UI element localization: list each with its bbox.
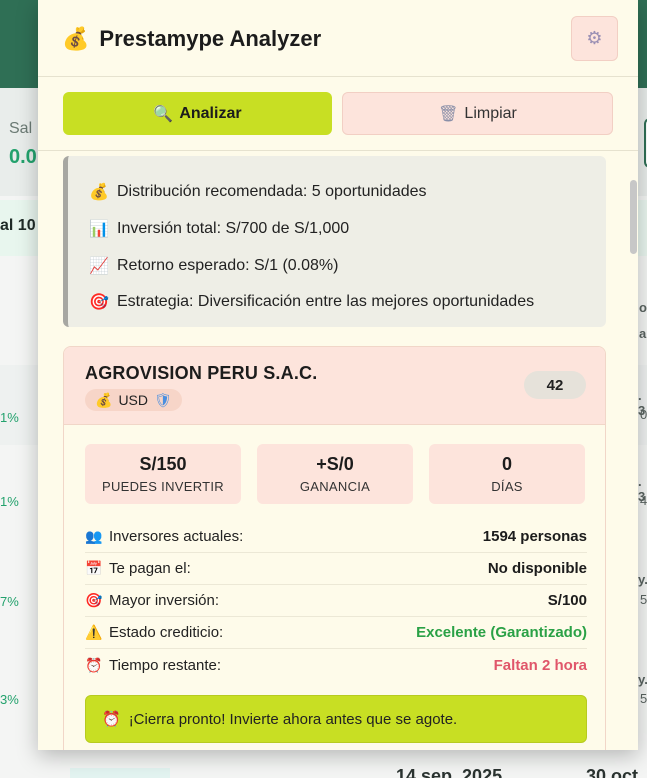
stats-row: S/150 PUEDES INVERTIR +S/0 GANANCIA 0 DÍ… [85, 444, 585, 504]
clear-button[interactable]: 🗑 Limpiar [342, 92, 613, 135]
bar-chart-icon: 📊 [89, 221, 109, 239]
background-pct: 3% [0, 692, 19, 707]
target-icon: 🎯 [89, 294, 109, 312]
detail-row-max-investment: 🎯 Mayor inversión: S/100 [85, 585, 587, 617]
alarm-clock-icon: ⏰ [85, 656, 103, 673]
detail-value: Excelente (Garantizado) [416, 624, 587, 641]
warning-icon: ⚠️ [85, 624, 103, 640]
background-snippet: o [639, 300, 647, 315]
stat-label: PUEDES INVERTIR [101, 479, 224, 494]
trend-up-icon: 📈 [89, 257, 109, 275]
popup-title: Prestamype Analyzer [99, 26, 322, 51]
currency-label: USD [118, 392, 148, 408]
background-footer-date: 30 oct [586, 766, 639, 778]
background-tile [70, 768, 170, 778]
summary-line: 📈 Retorno esperado: S/1 (0.08%) [89, 247, 606, 284]
results-scroll-area[interactable]: 💰 Distribución recomendada: 5 oportunida… [38, 152, 638, 750]
stat-label: DÍAS [491, 479, 523, 494]
background-footer-date: 14 sep. 2025 [396, 766, 503, 778]
company-name: AGROVISION PERU S.A.C. [85, 363, 318, 383]
target-icon: 🎯 [85, 592, 103, 608]
summary-line: 💰 Distribución recomendada: 5 oportunida… [89, 174, 606, 211]
summary-line: 🎯 Estrategia: Diversificación entre las … [89, 284, 606, 321]
magnifier-icon: 🔍 [153, 105, 174, 123]
background-saldo-label: Sal [9, 120, 33, 137]
detail-value: No disponible [487, 560, 587, 577]
detail-row-payment-date: 📅 Te pagan el: No disponible [85, 553, 587, 585]
background-snippet: y. [638, 572, 647, 587]
stat-gain: +S/0 GANANCIA [257, 444, 413, 504]
summary-line: 📊 Inversión total: S/700 de S/1,000 [89, 211, 606, 248]
details-list: 👥 Inversores actuales: 1594 personas 📅 T… [85, 521, 587, 681]
summary-panel: 💰 Distribución recomendada: 5 oportunida… [63, 156, 606, 327]
stat-label: GANANCIA [299, 479, 371, 494]
opportunity-card[interactable]: AGROVISION PERU S.A.C. 💰 USD 🛡 42 S/150 … [63, 346, 606, 750]
people-icon: 👥 [85, 528, 103, 544]
shield-icon: 🛡 [154, 391, 172, 408]
stat-days: 0 DÍAS [429, 444, 585, 504]
detail-label: Estado crediticio: [109, 624, 224, 641]
currency-badge: 💰 USD 🛡 [85, 389, 182, 411]
summary-text: Estrategia: Diversificación entre las me… [117, 293, 535, 311]
detail-label: Inversores actuales: [109, 528, 244, 545]
trash-icon: 🗑 [438, 105, 459, 123]
gear-icon: ⚙ [586, 28, 603, 48]
background-pct: 1% [0, 410, 19, 425]
title-wrap: 💰 Prestamype Analyzer [62, 26, 321, 52]
clear-label: Limpiar [464, 104, 517, 122]
background-pct: 1% [0, 494, 19, 509]
detail-label: Te pagan el: [109, 560, 191, 577]
background-pct: 7% [0, 594, 19, 609]
background-snippet: 5 [640, 691, 647, 706]
detail-value: 1594 personas [482, 528, 587, 545]
money-bag-icon: 💰 [62, 26, 90, 51]
background-snippet: 0 [640, 407, 647, 422]
analyze-button[interactable]: 🔍 Analizar [63, 92, 332, 135]
background-snippet: a [639, 326, 647, 341]
detail-value: Faltan 2 hora [493, 656, 587, 674]
stat-invest: S/150 PUEDES INVERTIR [85, 444, 241, 504]
detail-value: S/100 [547, 592, 587, 609]
background-snippet: y. [638, 672, 647, 687]
stat-value: S/150 [139, 454, 187, 474]
summary-text: Distribución recomendada: 5 oportunidade… [117, 183, 427, 201]
money-bag-icon: 💰 [95, 391, 113, 408]
background-saldo-value: 0.0 [9, 146, 37, 168]
alarm-clock-icon: ⏰ [102, 711, 121, 728]
score-badge: 42 [524, 371, 586, 399]
alert-text: ¡Cierra pronto! Invierte ahora antes que… [128, 710, 458, 728]
calendar-icon: 📅 [85, 560, 103, 576]
closing-soon-alert: ⏰ ¡Cierra pronto! Invierte ahora antes q… [85, 695, 587, 743]
stat-value: +S/0 [316, 454, 354, 474]
background-total-label: al 10 [0, 217, 36, 234]
money-bag-icon: 💰 [89, 184, 109, 202]
detail-label: Mayor inversión: [109, 592, 220, 609]
action-bar: 🔍 Analizar 🗑 Limpiar [38, 77, 638, 151]
detail-row-credit-status: ⚠️ Estado crediticio: Excelente (Garanti… [85, 617, 587, 649]
detail-row-investors: 👥 Inversores actuales: 1594 personas [85, 521, 587, 553]
summary-text: Inversión total: S/700 de S/1,000 [117, 220, 350, 238]
background-snippet: 4 [640, 493, 647, 508]
detail-row-time-left: ⏰ Tiempo restante: Faltan 2 hora [85, 649, 587, 681]
card-header: AGROVISION PERU S.A.C. 💰 USD 🛡 42 [64, 347, 605, 425]
summary-text: Retorno esperado: S/1 (0.08%) [117, 256, 339, 274]
analyze-label: Analizar [179, 104, 242, 122]
settings-button[interactable]: ⚙ [571, 16, 618, 61]
detail-label: Tiempo restante: [109, 656, 221, 674]
popup-header: 💰 Prestamype Analyzer ⚙ [38, 0, 638, 77]
background-snippet: 5 [640, 592, 647, 607]
stat-value: 0 [501, 454, 512, 474]
extension-popup: 💰 Prestamype Analyzer ⚙ 🔍 Analizar 🗑 Lim… [38, 0, 638, 750]
